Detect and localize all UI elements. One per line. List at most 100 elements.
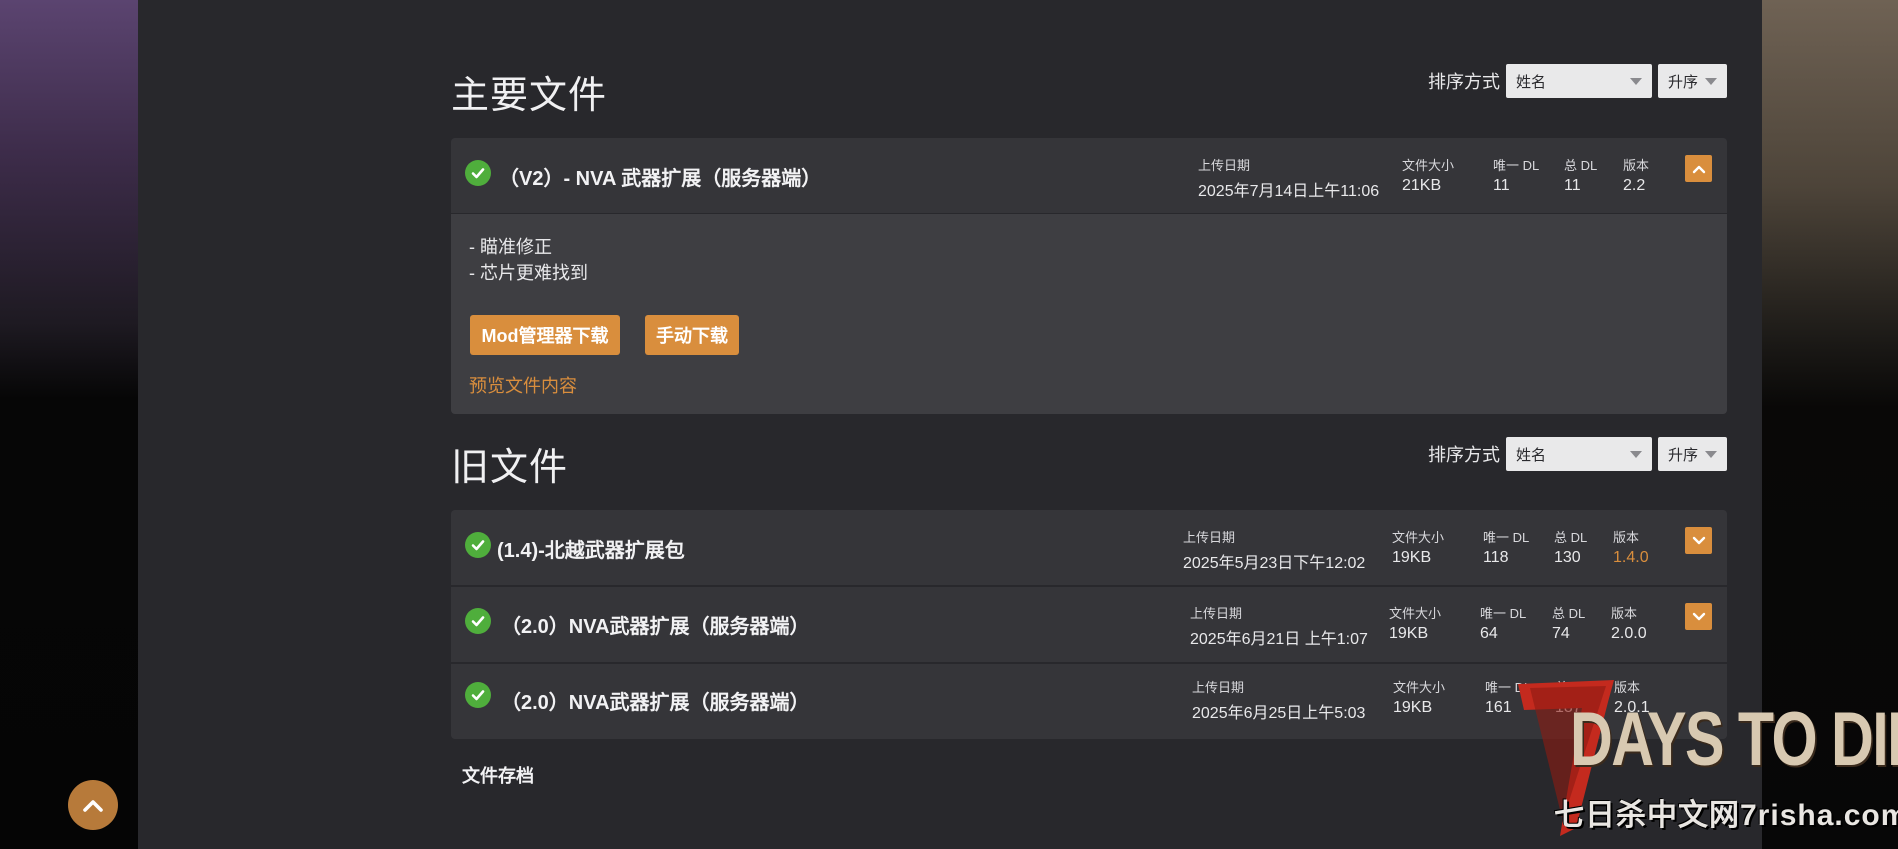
old-file-row[interactable]: (1.4)-北越武器扩展包 上传日期 2025年5月23日下午12:02 文件大… [451,510,1727,585]
old-files-title: 旧文件 [451,447,569,489]
upload-date: 上传日期 2025年6月21日 上午1:07 [1190,603,1368,649]
file-size: 文件大小 19KB [1392,527,1444,567]
total-dl-value: 11 [1564,177,1581,194]
upload-date-label: 上传日期 [1192,680,1245,695]
sort-label: 排序方式 [1428,72,1500,92]
collapse-button[interactable] [1685,155,1712,182]
file-size-value: 21KB [1402,177,1442,194]
check-circle-icon [465,160,491,186]
total-dl: 总 DL 11 [1564,155,1597,195]
check-circle-icon [465,682,491,708]
main-file-details: - 瞄准修正 - 芯片更难找到 Mod管理器下载 手动下载 预览文件内容 [451,214,1727,414]
upload-date-label: 上传日期 [1190,606,1243,621]
scroll-to-top-button[interactable] [68,780,118,830]
total-dl: 总 DL 130 [1554,527,1587,567]
upload-date-value: 2025年5月23日下午12:02 [1183,555,1366,572]
unique-dl-label: 唯一 DL [1483,530,1530,545]
file-name: （V2）- NVA 武器扩展（服务器端） [499,168,822,190]
file-size-label: 文件大小 [1389,606,1442,621]
preview-file-contents-link[interactable]: 预览文件内容 [469,372,577,398]
mod-manager-download-button[interactable]: Mod管理器下载 [470,315,620,355]
upload-date: 上传日期 2025年7月14日上午11:06 [1198,155,1379,201]
check-circle-icon [465,532,491,558]
file-name: （2.0）NVA武器扩展（服务器端） [501,692,810,714]
manual-download-button[interactable]: 手动下载 [645,315,739,355]
sort-label: 排序方式 [1428,445,1500,465]
file-size-value: 19KB [1393,699,1433,716]
version-value: 1.4.0 [1613,549,1649,566]
main-sort-controls: 排序方式 姓名 升序 [1428,64,1727,98]
caret-down-icon [1705,77,1717,85]
sort-by-value: 姓名 [1516,73,1547,91]
version: 版本 2.2 [1623,155,1649,195]
unique-dl: 唯一 DL 118 [1483,527,1529,567]
file-size: 文件大小 19KB [1389,603,1441,643]
main-file-row[interactable]: （V2）- NVA 武器扩展（服务器端） 上传日期 2025年7月14日上午11… [451,138,1727,213]
check-circle-icon [465,608,491,634]
expand-button[interactable] [1685,603,1712,630]
unique-dl-label: 唯一 DL [1493,158,1540,173]
version-label: 版本 [1611,606,1638,621]
total-dl-label: 总 DL [1564,158,1598,173]
sort-order-select[interactable]: 升序 [1658,437,1727,471]
file-size-label: 文件大小 [1392,530,1445,545]
chevron-down-icon [1692,536,1705,544]
version-label: 版本 [1623,158,1650,173]
upload-date-label: 上传日期 [1183,530,1236,545]
sort-by-value: 姓名 [1516,446,1547,464]
caret-down-icon [1630,450,1642,458]
file-size-label: 文件大小 [1402,158,1455,173]
unique-dl-label: 唯一 DL [1480,606,1527,621]
total-dl-value: 74 [1552,625,1570,642]
file-size: 文件大小 19KB [1393,677,1445,717]
caret-down-icon [1705,450,1717,458]
unique-dl-value: 118 [1483,549,1509,566]
sort-by-select[interactable]: 姓名 [1506,437,1652,471]
total-dl-label: 总 DL [1552,606,1586,621]
watermark-logo: DAYS TO DIE 七日杀中文网7risha.com [1510,678,1898,838]
chevron-up-icon [1692,165,1705,173]
file-archive-heading[interactable]: 文件存档 [462,762,534,788]
file-name: (1.4)-北越武器扩展包 [497,540,685,562]
sort-order-value: 升序 [1668,446,1699,464]
upload-date-value: 2025年6月21日 上午1:07 [1190,631,1368,648]
version-value: 2.2 [1623,177,1646,194]
unique-dl-value: 11 [1493,177,1510,194]
description-line: - 芯片更难找到 [469,263,588,283]
old-sort-controls: 排序方式 姓名 升序 [1428,437,1727,471]
sort-order-value: 升序 [1668,73,1699,91]
version: 版本 1.4.0 [1613,527,1649,567]
version-value: 2.0.0 [1611,625,1647,642]
main-files-title: 主要文件 [451,75,608,117]
upload-date-value: 2025年7月14日上午11:06 [1198,183,1380,200]
chevron-down-icon [1692,612,1705,620]
watermark-subtitle: 七日杀中文网7risha.com [1554,799,1898,832]
upload-date-label: 上传日期 [1198,158,1251,173]
description-line: - 瞄准修正 [469,237,552,257]
sort-order-select[interactable]: 升序 [1658,64,1727,98]
total-dl: 总 DL 74 [1552,603,1585,643]
file-description: - 瞄准修正 - 芯片更难找到 [469,234,588,286]
file-size: 文件大小 21KB [1402,155,1454,195]
file-size-value: 19KB [1392,549,1432,566]
version: 版本 2.0.0 [1611,603,1647,643]
background-left [0,0,140,849]
file-name: （2.0）NVA武器扩展（服务器端） [501,616,810,638]
total-dl-value: 130 [1554,549,1581,566]
total-dl-label: 总 DL [1554,530,1588,545]
chevron-up-icon [83,800,103,812]
logo-days-text: DAYS TO DIE [1570,697,1898,782]
old-file-row[interactable]: （2.0）NVA武器扩展（服务器端） 上传日期 2025年6月21日 上午1:0… [451,587,1727,662]
file-size-value: 19KB [1389,625,1429,642]
unique-dl: 唯一 DL 64 [1480,603,1526,643]
upload-date: 上传日期 2025年5月23日下午12:02 [1183,527,1365,573]
sort-by-select[interactable]: 姓名 [1506,64,1652,98]
upload-date-value: 2025年6月25日上午5:03 [1192,705,1366,722]
version-label: 版本 [1613,530,1640,545]
caret-down-icon [1630,77,1642,85]
unique-dl-value: 64 [1480,625,1498,642]
file-size-label: 文件大小 [1393,680,1446,695]
upload-date: 上传日期 2025年6月25日上午5:03 [1192,677,1365,723]
unique-dl: 唯一 DL 11 [1493,155,1539,195]
expand-button[interactable] [1685,527,1712,554]
